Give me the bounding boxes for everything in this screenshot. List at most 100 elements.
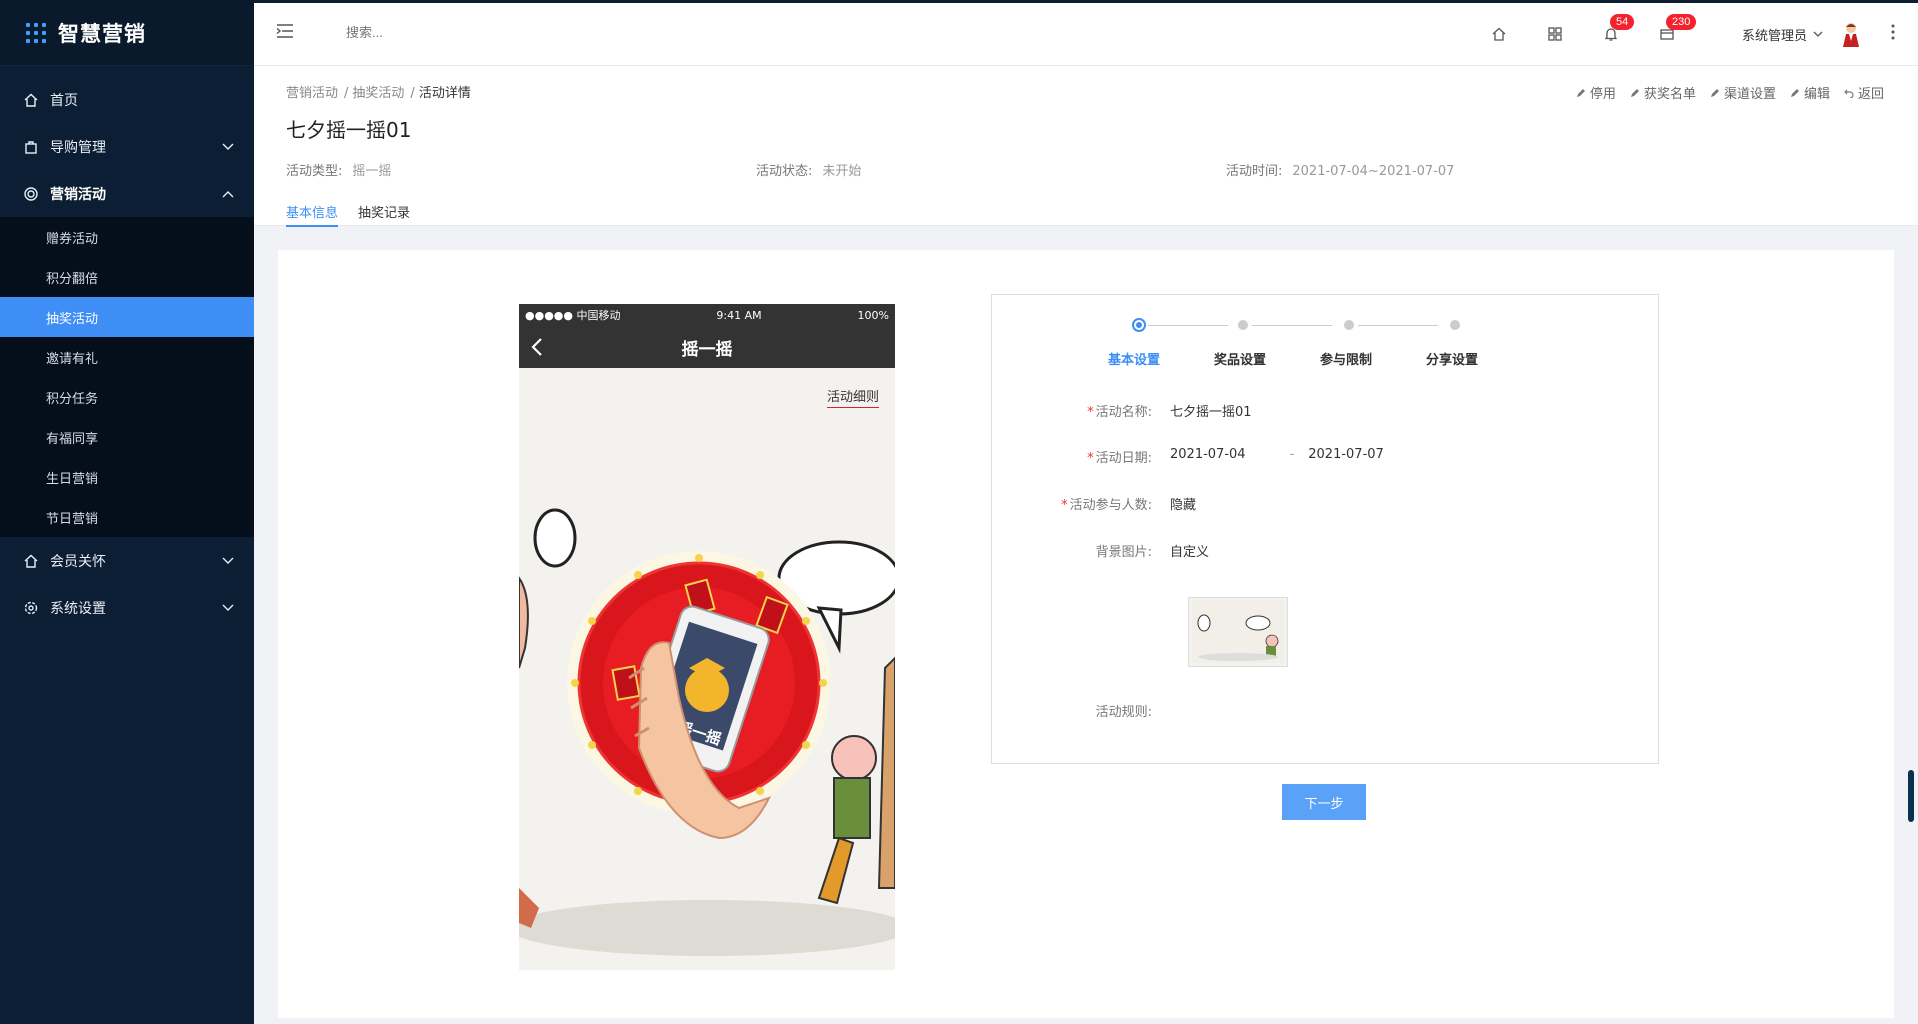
- sidebar-subitem-birthday[interactable]: 生日营销: [0, 457, 254, 497]
- back-button[interactable]: 返回: [1844, 83, 1884, 102]
- chevron-down-icon: [222, 600, 234, 616]
- bell-icon[interactable]: 54: [1600, 14, 1635, 45]
- activity-time: 活动时间: 2021-07-04~2021-07-07: [1226, 164, 1455, 179]
- user-menu[interactable]: 系统管理员: [1742, 25, 1823, 44]
- sidebar-subitem-invite[interactable]: 邀请有礼: [0, 337, 254, 377]
- breadcrumb: 营销活动 / 抽奖活动 / 活动详情: [286, 86, 471, 101]
- breadcrumb-item[interactable]: 抽奖活动: [352, 86, 404, 101]
- chevron-down-icon: [222, 553, 234, 569]
- sidebar-item-label: 会员关怀: [50, 553, 106, 570]
- sidebar-menu: 首页 导购管理 营销活动 赠券活动 积分翻倍 抽奖活动 邀请有礼 积分任务 有福…: [0, 76, 254, 631]
- phone-status-bar: ●●●●● 中国移动 9:41 AM 100%: [519, 304, 895, 326]
- background-thumbnail[interactable]: [1188, 597, 1288, 667]
- edit-button[interactable]: 编辑: [1790, 83, 1830, 102]
- name-value: 七夕摇一摇01: [1170, 405, 1252, 420]
- activity-type: 活动类型: 摇一摇: [286, 164, 392, 179]
- menu-toggle-icon[interactable]: [276, 23, 294, 43]
- date-end: 2021-07-07: [1308, 447, 1384, 462]
- step-label-share[interactable]: 分享设置: [1426, 349, 1478, 368]
- step-indicator: 基本设置 奖品设置 参与限制 分享设置: [1108, 315, 1512, 375]
- form-row-background: 背景图片: 自定义: [992, 541, 1652, 560]
- sidebar-subitem-coupon[interactable]: 赠券活动: [0, 217, 254, 257]
- step-label-basic[interactable]: 基本设置: [1108, 349, 1160, 368]
- name-label: 活动名称:: [1095, 405, 1152, 420]
- home-icon: [22, 91, 40, 109]
- breadcrumb-item[interactable]: 营销活动: [286, 86, 338, 101]
- phone-preview: ●●●●● 中国移动 9:41 AM 100% 摇一摇 活动细则 摇一摇: [519, 304, 895, 970]
- logo-text: 智慧营销: [58, 21, 146, 46]
- chevron-down-icon: [1813, 27, 1823, 42]
- tab-basic-info[interactable]: 基本信息: [286, 202, 339, 227]
- mail-icon[interactable]: 230: [1656, 14, 1697, 45]
- user-name: 系统管理员: [1742, 29, 1808, 44]
- chevron-up-icon: [222, 186, 234, 202]
- shake-illustration: 摇一摇: [519, 508, 895, 956]
- more-vertical-icon[interactable]: [1891, 23, 1895, 45]
- grid-icon[interactable]: [1544, 23, 1566, 45]
- tab-lottery-records[interactable]: 抽奖记录: [358, 202, 410, 227]
- sidebar: 智慧营销 首页 导购管理 营销活动 赠券活动 积分翻倍 抽奖活动 邀请有礼 积分…: [0, 0, 254, 1024]
- step-label-prizes[interactable]: 奖品设置: [1214, 349, 1266, 368]
- top-header: 54 230 系统管理员: [254, 0, 1918, 66]
- sidebar-subitem-lottery[interactable]: 抽奖活动: [0, 297, 254, 337]
- edit-icon: [1790, 88, 1799, 97]
- sidebar-subitem-points-task[interactable]: 积分任务: [0, 377, 254, 417]
- date-separator: -: [1289, 447, 1295, 462]
- step-dot[interactable]: [1344, 320, 1354, 330]
- sidebar-item-settings[interactable]: 系统设置: [0, 584, 254, 631]
- undo-icon: [1844, 89, 1854, 98]
- sidebar-subitem-points-double[interactable]: 积分翻倍: [0, 257, 254, 297]
- count-value: 隐藏: [1170, 498, 1197, 513]
- form-row-date: * 活动日期: 2021-07-04 - 2021-07-07: [1087, 447, 1384, 466]
- back-arrow-icon[interactable]: [531, 338, 543, 361]
- sidebar-item-label: 首页: [50, 92, 78, 109]
- step-dot-active[interactable]: [1132, 318, 1146, 332]
- edit-icon: [1710, 88, 1719, 97]
- sidebar-item-label: 营销活动: [50, 186, 106, 203]
- edit-icon: [1630, 88, 1639, 97]
- battery-text: 100%: [857, 308, 889, 322]
- step-dot[interactable]: [1450, 320, 1460, 330]
- edit-icon: [1576, 88, 1585, 97]
- winners-list-button[interactable]: 获奖名单: [1630, 83, 1696, 102]
- disable-button[interactable]: 停用: [1576, 83, 1616, 102]
- sidebar-item-label: 导购管理: [50, 139, 106, 156]
- bg-label: 背景图片:: [1095, 545, 1152, 560]
- marketing-submenu: 赠券活动 积分翻倍 抽奖活动 邀请有礼 积分任务 有福同享 生日营销 节日营销: [0, 217, 254, 537]
- home-icon[interactable]: [1488, 23, 1510, 45]
- notification-badge: 54: [1610, 14, 1635, 30]
- activity-form: 基本设置 奖品设置 参与限制 分享设置 * 活动名称: 七夕摇一摇01 * 活动日期…: [991, 294, 1659, 764]
- sidebar-item-guide[interactable]: 导购管理: [0, 123, 254, 170]
- home-icon: [22, 552, 40, 570]
- detail-tabs: 基本信息 抽奖记录: [286, 202, 430, 227]
- avatar[interactable]: [1840, 21, 1862, 47]
- date-start: 2021-07-04: [1170, 447, 1246, 462]
- sidebar-item-member-care[interactable]: 会员关怀: [0, 537, 254, 584]
- step-label-limits[interactable]: 参与限制: [1320, 349, 1372, 368]
- channel-settings-button[interactable]: 渠道设置: [1710, 83, 1776, 102]
- page-header: 营销活动 / 抽奖活动 / 活动详情 停用 获奖名单 渠道设置 编辑 返回 七夕摇一摇0…: [254, 66, 1918, 227]
- sidebar-subitem-share[interactable]: 有福同享: [0, 417, 254, 457]
- content-card: ●●●●● 中国移动 9:41 AM 100% 摇一摇 活动细则 摇一摇 基本设…: [278, 250, 1894, 1018]
- message-badge: 230: [1666, 14, 1697, 30]
- sidebar-item-home[interactable]: 首页: [0, 76, 254, 123]
- next-step-button[interactable]: 下一步: [1282, 784, 1366, 820]
- page-title: 七夕摇一摇01: [286, 118, 412, 142]
- bag-icon: [22, 138, 40, 156]
- page-actions: 停用 获奖名单 渠道设置 编辑 返回: [1562, 83, 1884, 102]
- rules-label: 活动规则:: [1095, 705, 1152, 720]
- activity-status: 活动状态: 未开始: [756, 164, 862, 179]
- sidebar-item-label: 系统设置: [50, 600, 106, 617]
- target-icon: [22, 185, 40, 203]
- status-time: 9:41 AM: [716, 308, 762, 322]
- logo[interactable]: 智慧营销: [0, 0, 254, 66]
- sidebar-item-marketing[interactable]: 营销活动: [0, 170, 254, 217]
- sidebar-subitem-holiday[interactable]: 节日营销: [0, 497, 254, 537]
- page-scrollbar[interactable]: [1908, 770, 1914, 822]
- carrier-text: ●●●●● 中国移动: [525, 309, 621, 322]
- form-row-count: * 活动参与人数: 隐藏: [992, 494, 1652, 513]
- phone-navbar: 摇一摇: [519, 326, 895, 368]
- bg-value: 自定义: [1170, 545, 1210, 560]
- step-dot[interactable]: [1238, 320, 1248, 330]
- search-input[interactable]: [346, 25, 586, 40]
